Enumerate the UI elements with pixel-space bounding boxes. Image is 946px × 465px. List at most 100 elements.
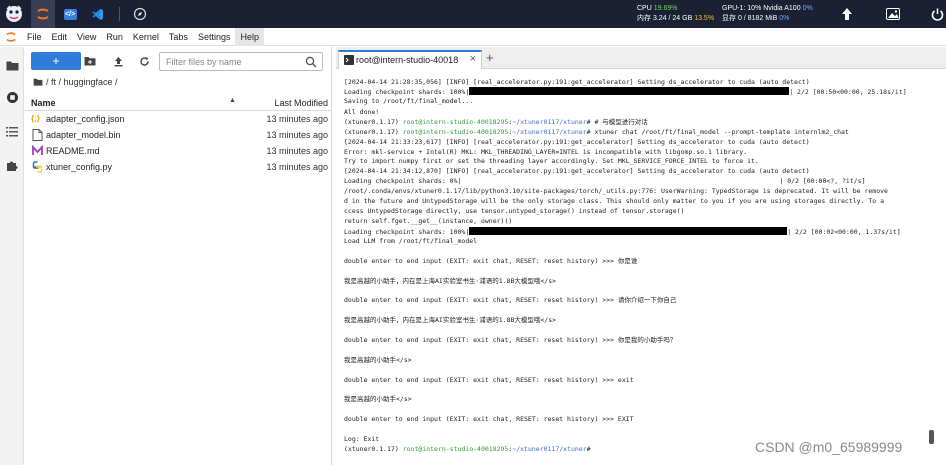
terminal-text: Loading checkpoint shards: 100%| bbox=[344, 228, 470, 236]
breadcrumb-path[interactable]: / ft / huggingface / bbox=[46, 77, 118, 87]
file-browser-panel: + Filter files by name / ft / huggingfac… bbox=[25, 47, 332, 465]
filter-placeholder: Filter files by name bbox=[166, 57, 242, 67]
image-icon[interactable] bbox=[882, 3, 904, 25]
gpu-label: GPU-1: 10% Nvidia A100 bbox=[722, 5, 801, 12]
column-modified-header[interactable]: Last Modified bbox=[274, 98, 328, 108]
progress-bar bbox=[469, 87, 790, 95]
gpu-stats: GPU-1: 10% Nvidia A100 0% 显存 0 / 8182 Mi… bbox=[722, 4, 813, 24]
new-folder-icon[interactable] bbox=[82, 53, 98, 69]
terminal-line: Saving to /root/ft/final_model... bbox=[344, 97, 474, 105]
menu-kernel[interactable]: Kernel bbox=[128, 28, 164, 46]
terminal-app-icon[interactable]: </> bbox=[58, 0, 82, 28]
conda-env: (xtuner0.1.17) bbox=[344, 118, 403, 126]
left-sidebar-rail bbox=[0, 47, 24, 465]
menu-bar: File Edit View Run Kernel Tabs Settings … bbox=[0, 27, 946, 46]
prompt-path: ~/xtuner0117/xtuner bbox=[512, 118, 587, 126]
menu-edit[interactable]: Edit bbox=[47, 28, 73, 46]
gpu-pct: 0% bbox=[802, 5, 813, 12]
vram-label: 显存 0 / 8182 MiB bbox=[722, 15, 778, 22]
file-name: README.md bbox=[46, 146, 100, 156]
breadcrumb[interactable]: / ft / huggingface / bbox=[33, 77, 118, 87]
folder-icon[interactable] bbox=[4, 57, 20, 73]
prompt-user-host: root@intern-studio-40018295 bbox=[402, 118, 509, 126]
terminal-text: Loading checkpoint shards: 100%| bbox=[344, 88, 470, 96]
terminal-line: Loading checkpoint shards: 100%| | 2/2 [0… bbox=[344, 227, 932, 236]
terminal-line: Error: mkl-service + Intel(R) MKL: MKL_T… bbox=[344, 148, 748, 156]
file-name: xtuner_config.py bbox=[46, 162, 113, 172]
file-row[interactable]: README.md 13 minutes ago bbox=[25, 143, 332, 159]
prompt-command: # xtuner chat /root/ft/final_model --pro… bbox=[586, 128, 849, 136]
terminal-line: Load LLM from /root/ft/final_model bbox=[344, 237, 478, 245]
menu-file[interactable]: File bbox=[22, 28, 47, 46]
top-bar: </> CPU 19.69% 内存 3.24 / 24 GB 13.5% GPU… bbox=[0, 0, 946, 28]
file-icon bbox=[32, 129, 43, 141]
terminal-line: [2024-04-14 21:34:12,870] [INFO] [real_a… bbox=[344, 167, 810, 175]
file-name: adapter_model.bin bbox=[46, 130, 121, 140]
chat-answer: 我是高越的小助手，内在是上海AI实验室书生·浦语的1.8B大模型哦</s> bbox=[344, 277, 557, 285]
running-kernels-icon[interactable] bbox=[4, 89, 20, 105]
chat-question: double enter to end input (EXIT: exit ch… bbox=[344, 336, 677, 344]
conda-env: (xtuner0.1.17) bbox=[344, 445, 403, 453]
prompt-path: ~/xtuner0117/xtuner bbox=[512, 128, 587, 136]
chat-question: double enter to end input (EXIT: exit ch… bbox=[344, 296, 677, 304]
terminal-line: /root/.conda/envs/xtuner0.1.17/lib/pytho… bbox=[344, 187, 888, 195]
file-modified: 13 minutes ago bbox=[266, 146, 328, 156]
chat-answer: 我是高越的小助手</s> bbox=[344, 395, 412, 403]
tab-label: root@intern-studio-40018 bbox=[356, 55, 459, 65]
home-folder-icon[interactable] bbox=[33, 78, 43, 86]
upload-arrow-icon[interactable] bbox=[836, 3, 858, 25]
menu-tabs[interactable]: Tabs bbox=[164, 28, 193, 46]
column-name-header[interactable]: Name bbox=[31, 98, 56, 108]
terminal-line: Try to import numpy first or set the thr… bbox=[344, 157, 759, 165]
terminal-scrollbar[interactable] bbox=[929, 430, 934, 444]
terminal-tab-icon bbox=[344, 55, 354, 65]
vram-pct: 0% bbox=[779, 15, 790, 22]
terminal-line: [2024-04-14 21:33:23,617] [INFO] [real_a… bbox=[344, 138, 810, 146]
cpu-label: CPU bbox=[637, 5, 652, 12]
new-launcher-button[interactable]: + bbox=[31, 52, 81, 70]
upload-icon[interactable] bbox=[110, 53, 126, 69]
menu-view[interactable]: View bbox=[72, 28, 101, 46]
menu-help[interactable]: Help bbox=[235, 27, 264, 46]
chat-question: double enter to end input (EXIT: exit ch… bbox=[344, 415, 634, 423]
sort-caret-icon[interactable]: ▲ bbox=[229, 97, 236, 104]
csdn-watermark: CSDN @m0_65989999 bbox=[755, 439, 903, 455]
cpu-value: 19.69% bbox=[653, 5, 678, 12]
vscode-app-icon[interactable] bbox=[85, 0, 109, 28]
tab-terminal[interactable]: root@intern-studio-40018 × bbox=[338, 50, 482, 69]
file-browser-toolbar: + Filter files by name bbox=[25, 52, 332, 72]
menu-run[interactable]: Run bbox=[101, 28, 128, 46]
add-tab-button[interactable]: + bbox=[486, 50, 494, 65]
terminal-text: | 0/2 [00:00<?, ?it/s] bbox=[779, 177, 866, 185]
terminal-text: | 2/2 [00:02<00:00, 1.37s/it] bbox=[787, 228, 901, 236]
prompt-user-host: root@intern-studio-40018295 bbox=[402, 445, 509, 453]
terminal-prompt-line: (xtuner0.1.17) root@intern-studio-400182… bbox=[344, 128, 932, 137]
compass-icon[interactable] bbox=[128, 0, 152, 28]
intern-logo-icon[interactable] bbox=[0, 0, 28, 28]
file-modified: 13 minutes ago bbox=[266, 162, 328, 172]
table-of-contents-icon[interactable] bbox=[4, 123, 20, 139]
file-name: adapter_config.json bbox=[46, 114, 125, 124]
chat-answer: 我是高越的小助手，内在是上海AI实验室书生·浦语的1.8B大模型哦</s> bbox=[344, 316, 557, 324]
power-icon[interactable] bbox=[926, 3, 946, 25]
terminal-line: return self.fget.__get__(instance, owner… bbox=[344, 217, 513, 225]
python-icon bbox=[32, 161, 43, 173]
terminal-output[interactable]: [2024-04-14 21:28:35,056] [INFO] [real_a… bbox=[340, 74, 936, 465]
jupyterlab-window: </> CPU 19.69% 内存 3.24 / 24 GB 13.5% GPU… bbox=[0, 0, 946, 465]
refresh-icon[interactable] bbox=[136, 53, 152, 69]
menu-settings[interactable]: Settings bbox=[193, 28, 236, 46]
file-row[interactable]: adapter_model.bin 13 minutes ago bbox=[25, 127, 332, 143]
prompt-user-host: root@intern-studio-40018295 bbox=[402, 128, 509, 136]
close-tab-icon[interactable]: × bbox=[470, 53, 476, 65]
file-modified: 13 minutes ago bbox=[266, 130, 328, 140]
file-row[interactable]: xtuner_config.py 13 minutes ago bbox=[25, 159, 332, 175]
markdown-icon bbox=[32, 145, 43, 155]
jupyter-app-icon[interactable] bbox=[31, 0, 55, 28]
mem-label: 内存 3.24 / 24 GB bbox=[637, 15, 693, 22]
conda-env: (xtuner0.1.17) bbox=[344, 128, 403, 136]
file-row[interactable]: {;} adapter_config.json 13 minutes ago bbox=[25, 111, 332, 127]
chat-question: double enter to end input (EXIT: exit ch… bbox=[344, 376, 634, 384]
extension-puzzle-icon[interactable] bbox=[4, 157, 20, 173]
filter-files-input[interactable]: Filter files by name bbox=[159, 52, 323, 71]
file-modified: 13 minutes ago bbox=[266, 114, 328, 124]
